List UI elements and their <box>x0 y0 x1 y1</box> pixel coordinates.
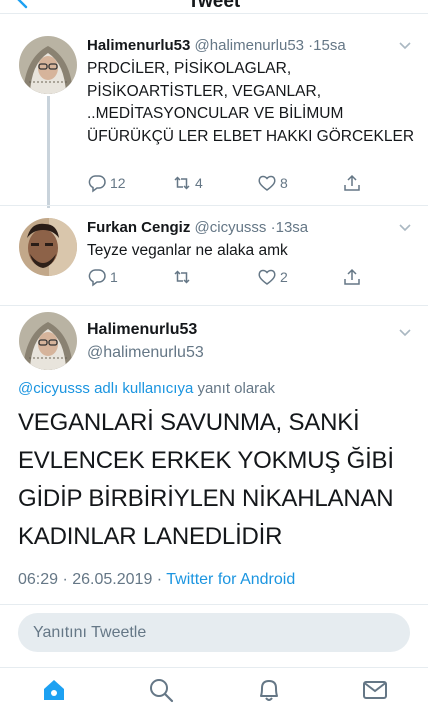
reply-button[interactable]: 12 <box>87 173 126 193</box>
tweet-text: PRDCİLER, PİSİKOLAGLAR, PİSİKOARTİSTLER,… <box>87 60 415 145</box>
reply-button[interactable]: 1 <box>87 267 118 287</box>
author-name[interactable]: Halimenurlu53 <box>87 321 414 339</box>
thread-tweet-1[interactable]: Halimenurlu53 @halimenurlu53 ·15sa PRDCİ… <box>0 0 428 208</box>
like-count: 8 <box>280 175 288 191</box>
reply-box[interactable] <box>18 613 410 652</box>
bottom-tab-bar <box>0 667 428 717</box>
like-button[interactable]: 2 <box>257 267 288 287</box>
reply-input[interactable] <box>18 613 410 652</box>
tweet-time: 13sa <box>275 219 309 236</box>
avatar[interactable] <box>19 218 77 276</box>
messages-icon[interactable] <box>361 676 389 704</box>
search-icon[interactable] <box>147 676 175 704</box>
tweet-meta: Furkan Cengiz @cicyusss ·13sa <box>87 218 414 237</box>
retweet-icon <box>174 176 190 190</box>
reply-context: @cicyusss adlı kullanıcıya yanıt olarak <box>18 380 275 397</box>
tweet-source-link[interactable]: Twitter for Android <box>166 571 295 588</box>
reply-icon <box>88 269 106 287</box>
author-name[interactable]: Furkan Cengiz <box>87 219 190 236</box>
author-handle[interactable]: @cicyusss <box>195 219 267 236</box>
tweet-time: 15sa <box>313 37 346 54</box>
thread-line <box>47 96 50 208</box>
retweet-icon <box>174 270 190 284</box>
tweet-datetime: 06:29 · 26.05.2019 · <box>18 571 167 588</box>
like-count: 2 <box>280 269 288 285</box>
like-button[interactable]: 8 <box>257 173 288 193</box>
share-icon <box>344 174 360 191</box>
main-tweet-text: VEGANLARİ SAVUNMA, SANKİ EVLENCEK ERKEK … <box>18 409 394 550</box>
author-handle[interactable]: @halimenurlu53 <box>87 344 414 362</box>
thread-tweet-2[interactable]: Furkan Cengiz @cicyusss ·13sa Teyze vega… <box>0 206 428 305</box>
reply-count: 12 <box>110 175 126 191</box>
home-icon[interactable] <box>40 676 68 704</box>
tweet-meta: Halimenurlu53 @halimenurlu53 ·15sa <box>87 36 414 55</box>
reply-to-suffix: yanıt olarak <box>193 380 276 397</box>
tweet-text: Teyze veganlar ne alaka amk <box>87 242 288 259</box>
author-handle[interactable]: @halimenurlu53 <box>195 37 304 54</box>
share-button[interactable] <box>342 173 362 193</box>
author-name[interactable]: Halimenurlu53 <box>87 37 190 54</box>
chevron-down-icon[interactable] <box>398 39 412 53</box>
chevron-down-icon[interactable] <box>398 221 412 235</box>
retweet-button[interactable] <box>172 267 195 287</box>
chevron-down-icon[interactable] <box>398 326 412 340</box>
avatar[interactable] <box>19 312 77 370</box>
reply-to-link[interactable]: @cicyusss adlı kullanıcıya <box>18 380 193 397</box>
retweet-button[interactable]: 4 <box>172 173 203 193</box>
heart-icon <box>258 269 276 285</box>
share-button[interactable] <box>342 267 362 287</box>
divider <box>0 604 428 605</box>
avatar[interactable] <box>19 36 77 94</box>
retweet-count: 4 <box>195 175 203 191</box>
reply-count: 1 <box>110 269 118 285</box>
reply-icon <box>88 175 106 193</box>
tweet-timestamp: 06:29 · 26.05.2019 · Twitter for Android <box>18 571 295 589</box>
heart-icon <box>258 175 276 191</box>
share-icon <box>344 268 360 285</box>
notifications-icon[interactable] <box>255 676 283 704</box>
